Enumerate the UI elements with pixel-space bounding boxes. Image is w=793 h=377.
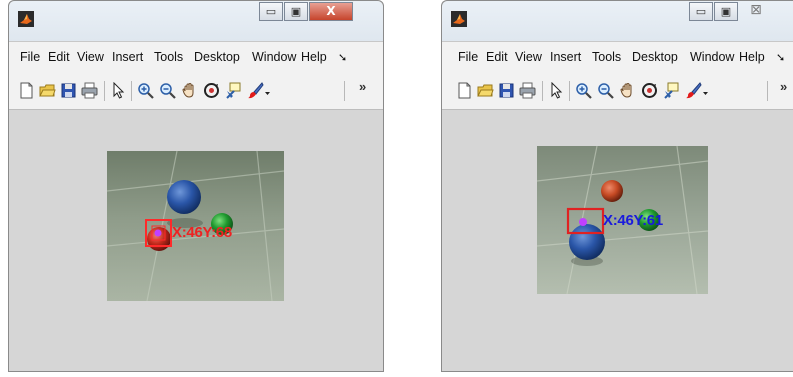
title-bar[interactable]: ▭ ▣ ⊠ [442,1,793,41]
centroid-marker [579,218,587,226]
figure-window-2: ▭ ▣ ⊠ File Edit View Insert Tools Deskto… [441,0,793,372]
menu-help[interactable]: Help [301,50,327,64]
brush-icon[interactable] [247,82,264,99]
data-cursor-icon[interactable] [663,82,680,99]
rotate-3d-icon[interactable] [203,82,220,99]
toolbar-overflow-icon[interactable]: » [780,79,787,94]
maximize-button[interactable]: ▣ [284,2,308,21]
brush-icon[interactable] [685,82,702,99]
minimize-button[interactable]: ▭ [259,2,283,21]
save-icon[interactable] [498,82,515,99]
matlab-figure-icon [18,11,34,27]
toolbar-separator [569,81,570,101]
title-bar[interactable]: ▭ ▣ X [9,1,383,41]
menu-dock-arrow-icon[interactable]: ➘ [338,51,347,64]
menu-dock-arrow-icon[interactable]: ➘ [776,51,785,64]
tracking-coordinate-label: X:46Y:68 [172,224,232,241]
open-icon[interactable] [477,82,494,99]
menu-edit[interactable]: Edit [486,50,508,64]
zoom-in-icon[interactable] [137,82,154,99]
toolbar-separator [104,81,105,101]
menu-insert[interactable]: Insert [550,50,581,64]
matlab-figure-icon [451,11,467,27]
data-cursor-icon[interactable] [225,82,242,99]
pan-hand-icon[interactable] [619,82,636,99]
menu-desktop[interactable]: Desktop [632,50,682,64]
red-ball [601,180,623,202]
zoom-out-icon[interactable] [159,82,176,99]
open-icon[interactable] [39,82,56,99]
menu-help[interactable]: Help [739,50,765,64]
menu-window[interactable]: Window [252,50,296,64]
toolbar-separator [542,81,543,101]
blue-ball [569,224,605,260]
menu-bar: File Edit View Insert Tools Desktop Wind… [442,41,793,74]
close-button[interactable]: X [309,2,353,21]
menu-insert[interactable]: Insert [112,50,143,64]
new-figure-icon[interactable] [18,82,35,99]
figure-toolbar: » [9,73,383,110]
minimize-button[interactable]: ▭ [689,2,713,21]
menu-view[interactable]: View [77,50,104,64]
toolbar-separator [767,81,768,101]
figure-window-1: ▭ ▣ X File Edit View Insert Tools Deskto… [8,0,384,372]
figure-toolbar: » [442,73,793,110]
print-icon[interactable] [81,82,98,99]
close-button[interactable]: ⊠ [744,2,768,21]
brush-dropdown-icon[interactable] [701,82,710,99]
toolbar-overflow-icon[interactable]: » [359,79,366,94]
menu-file[interactable]: File [20,50,40,64]
zoom-in-icon[interactable] [575,82,592,99]
toolbar-separator [131,81,132,101]
brush-dropdown-icon[interactable] [263,82,272,99]
zoom-out-icon[interactable] [597,82,614,99]
menu-desktop[interactable]: Desktop [194,50,244,64]
save-icon[interactable] [60,82,77,99]
new-figure-icon[interactable] [456,82,473,99]
menu-bar: File Edit View Insert Tools Desktop Wind… [9,41,383,74]
pointer-icon[interactable] [548,82,565,99]
rotate-3d-icon[interactable] [641,82,658,99]
menu-file[interactable]: File [458,50,478,64]
menu-tools[interactable]: Tools [592,50,621,64]
menu-edit[interactable]: Edit [48,50,70,64]
maximize-button[interactable]: ▣ [714,2,738,21]
menu-view[interactable]: View [515,50,542,64]
centroid-marker [154,229,162,237]
pointer-icon[interactable] [110,82,127,99]
print-icon[interactable] [519,82,536,99]
menu-window[interactable]: Window [690,50,734,64]
pan-hand-icon[interactable] [181,82,198,99]
toolbar-separator [344,81,345,101]
blue-ball [167,180,201,214]
tracking-coordinate-label: X:46Y:61 [603,212,663,229]
menu-tools[interactable]: Tools [154,50,183,64]
